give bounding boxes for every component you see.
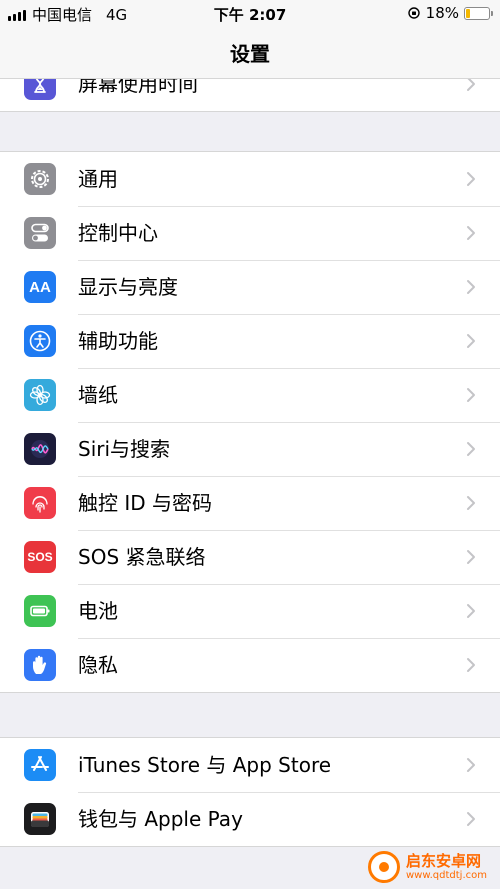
accessibility-icon [24,325,56,357]
settings-row[interactable]: 钱包与 Apple Pay [0,792,500,846]
chevron-right-icon [467,172,475,186]
settings-row-label: 辅助功能 [78,329,158,353]
text-size-icon: AA [24,271,56,303]
gear-icon [24,163,56,195]
chevron-right-icon [467,280,475,294]
settings-row[interactable]: 通用 [0,152,500,206]
settings-row[interactable]: 辅助功能 [0,314,500,368]
battery-percent: 18% [425,4,459,22]
chevron-right-icon [467,604,475,618]
chevron-right-icon [467,442,475,456]
settings-row[interactable]: AA 显示与亮度 [0,260,500,314]
battery-icon [24,595,56,627]
chevron-right-icon [467,334,475,348]
settings-row-label: SOS 紧急联络 [78,545,206,569]
settings-row-label: 通用 [78,167,118,191]
watermark-url: www.qdtdtj.com [406,869,487,881]
settings-row-label: 钱包与 Apple Pay [78,807,243,831]
app-store-icon [24,749,56,781]
chevron-right-icon [467,658,475,672]
settings-row-label: 显示与亮度 [78,275,178,299]
settings-row-label: 墙纸 [78,383,118,407]
chevron-right-icon [467,758,475,772]
settings-row-label: 隐私 [78,653,118,677]
flower-icon [24,379,56,411]
settings-row-label: 电池 [78,599,118,623]
settings-row[interactable]: 控制中心 [0,206,500,260]
settings-row-label: 控制中心 [78,221,158,245]
settings-row[interactable]: Siri与搜索 [0,422,500,476]
sos-icon: SOS [24,541,56,573]
settings-row[interactable]: 隐私 [0,638,500,692]
settings-row[interactable]: 电池 [0,584,500,638]
chevron-right-icon [467,496,475,510]
icon-glyph: SOS [27,550,53,564]
chevron-right-icon [467,226,475,240]
settings-row-label: iTunes Store 与 App Store [78,753,332,777]
settings-group-general: 通用 控制中心 AA 显示与亮度 辅助功能 墙纸 Siri与搜索 触控 ID 与密码 SOS SO… [0,151,500,693]
watermark: 启东安卓网 www.qdtdtj.com [368,848,498,886]
settings-group-stores: iTunes Store 与 App Store 钱包与 Apple Pay [0,737,500,847]
chevron-right-icon [467,812,475,826]
hand-icon [24,649,56,681]
chevron-right-icon [467,550,475,564]
settings-row-label: Siri与搜索 [78,437,171,461]
watermark-logo-icon [368,851,400,883]
settings-row-label: 触控 ID 与密码 [78,491,213,515]
settings-row[interactable]: SOS SOS 紧急联络 [0,530,500,584]
wallet-icon [24,803,56,835]
status-right: 18% [407,4,493,22]
fingerprint-icon [24,487,56,519]
siri-icon [24,433,56,465]
page-title: 设置 [230,42,270,66]
chevron-right-icon [467,388,475,402]
status-bar: 中国电信 4G 下午 2:07 18% [0,0,500,26]
settings-row[interactable]: iTunes Store 与 App Store [0,738,500,792]
settings-row[interactable]: 触控 ID 与密码 [0,476,500,530]
watermark-title: 启东安卓网 [406,851,482,870]
orientation-lock-icon [407,7,420,19]
toggle-icon [24,217,56,249]
icon-glyph: AA [29,278,51,296]
nav-bar: 设置 [0,26,500,79]
settings-row[interactable]: 墙纸 [0,368,500,422]
battery-status-icon [464,6,493,20]
